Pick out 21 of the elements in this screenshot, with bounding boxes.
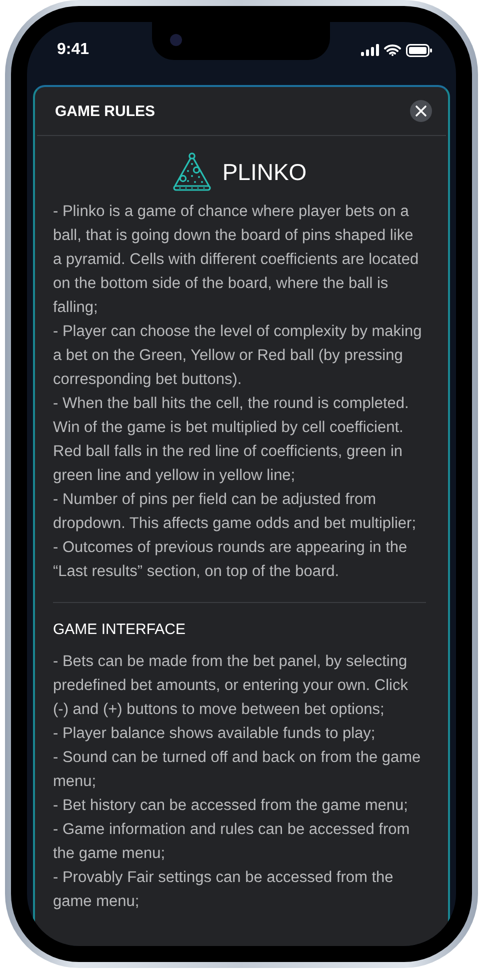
rule-text: - Outcomes of previous rounds are appearing in the “Last results” section, on top of the board. [53,538,408,582]
section-title: GAME INTERFACE [53,620,187,640]
rule-text: - Number of pins per field can be adjusted from dropdown. This affects game odds and bet multiplier; [53,490,418,534]
wifi-icon [384,44,401,56]
rule-text: - Game information and rules can be accessed from the game menu; [53,820,411,864]
close-icon [415,105,427,117]
rule-text: - When the ball hits the cell, the round is completed. Win of the game is bet multiplied by cell coefficient. Red ball falls in the red line of coefficients, green in green line and yellow in yellow line; [53,394,410,486]
status-time: 9:41 [57,41,90,59]
rule-text: - Player balance shows available funds to play; [53,724,376,744]
pyramid-logo-icon [172,152,212,192]
rule-text: - Plinko is a game of chance where player bets on a ball, that is going down the board of pins shaped like a pyramid. Cells with different coefficients are located on the bottom side of the board, where the ball is falling; [53,202,420,318]
game-name: PLINKO [222,158,307,186]
rule-text: - Player can choose the level of complexity by making a bet on the Green, Yellow or Red ball (by pressing corresponding bet buttons). [53,322,423,390]
dialog-title: GAME RULES [55,102,156,120]
close-button[interactable] [410,100,432,122]
rule-text: - Bet history can be accessed from the game menu; [53,796,409,816]
rule-text: - Sound can be turned off and back on from the game menu; [53,748,422,792]
signal-icon [361,44,379,56]
rule-text: - Bets can be made from the bet panel, by selecting predefined bet amounts, or entering your own. Click (-) and (+) buttons to move between bet options; [53,652,409,720]
rule-text: - Provably Fair settings can be accessed from the game menu; [53,868,394,912]
battery-icon [406,44,432,56]
